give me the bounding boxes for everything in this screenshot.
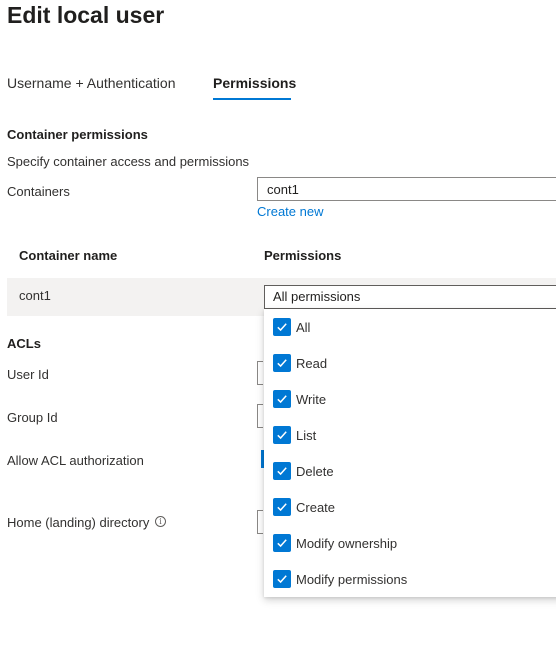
permission-option-read[interactable]: Read [273,352,327,374]
containers-select-value: cont1 [267,182,299,197]
group-id-input[interactable] [257,404,263,428]
permission-option-label: Create [296,499,336,515]
permission-option-modify-permissions[interactable]: Modify permissions [273,568,407,590]
tab-permissions[interactable]: Permissions [213,75,296,91]
permissions-dropdown: All Read Write List Delete Create Modify… [264,309,556,597]
permission-option-label: Write [296,391,327,407]
active-tab-indicator [213,98,291,100]
home-directory-label: Home (landing) directory [7,515,150,530]
permission-option-label: Modify permissions [296,571,408,587]
tab-username-authentication[interactable]: Username + Authentication [7,75,176,91]
checkmark-icon [273,498,291,516]
checkmark-icon [273,390,291,408]
allow-acl-authorization-label: Allow ACL authorization [7,453,144,468]
containers-select[interactable]: cont1 [257,177,556,201]
create-new-link[interactable]: Create new [257,204,323,219]
info-icon[interactable]: i [155,516,166,527]
permission-option-delete[interactable]: Delete [273,460,334,482]
permissions-select-value: All permissions [273,289,361,304]
permission-option-label: Delete [296,463,334,479]
checkmark-icon [273,426,291,444]
permission-option-write[interactable]: Write [273,388,326,410]
permission-option-modify-ownership[interactable]: Modify ownership [273,532,397,554]
permission-option-list[interactable]: List [273,424,316,446]
permissions-select[interactable]: All permissions [264,285,556,309]
page-title: Edit local user [7,2,165,28]
checkmark-icon [273,354,291,372]
checkmark-icon [273,570,291,588]
home-directory-input[interactable] [257,510,263,534]
container-name-column-header: Container name [19,248,118,263]
checkmark-icon [273,462,291,480]
group-id-label: Group Id [7,410,58,425]
checkmark-icon [273,318,291,336]
container-permissions-heading: Container permissions [7,127,148,142]
permission-option-label: All [296,319,311,335]
permission-option-label: List [296,427,317,443]
acls-heading: ACLs [7,336,41,351]
containers-label: Containers [7,184,70,199]
permissions-column-header: Permissions [264,248,342,263]
permission-option-create[interactable]: Create [273,496,335,518]
permission-option-label: Modify ownership [296,535,398,551]
user-id-label: User Id [7,367,49,382]
user-id-input[interactable] [257,361,263,385]
container-permissions-description: Specify container access and permissions [7,154,250,169]
permission-option-label: Read [296,355,328,371]
permission-option-all[interactable]: All [273,316,310,338]
checkmark-icon [273,534,291,552]
table-row-container-name: cont1 [19,288,51,303]
